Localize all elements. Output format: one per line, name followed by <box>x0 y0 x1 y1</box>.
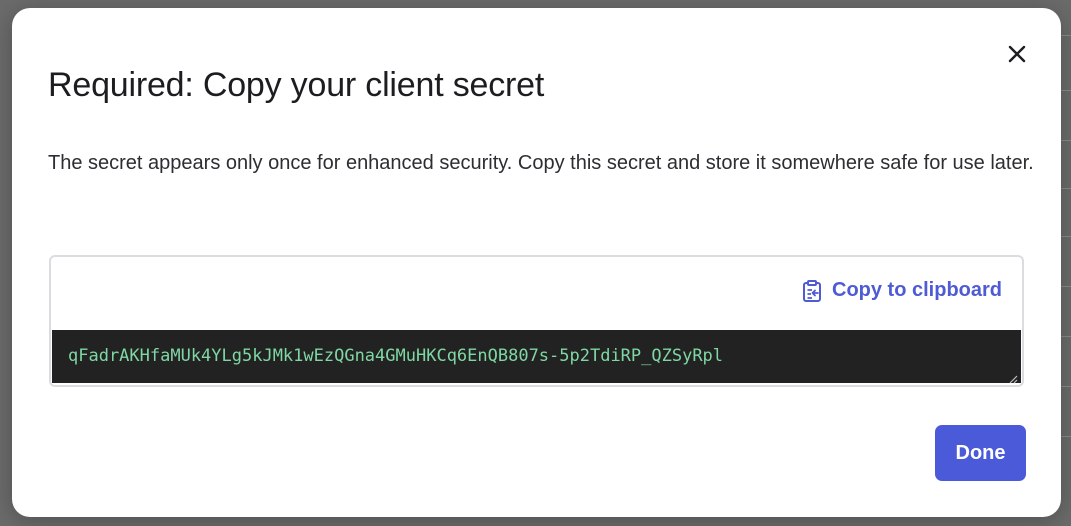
secret-container: Copy to clipboard qFadrAKHfaMUk4YLg5kJMk… <box>49 255 1024 387</box>
client-secret-field[interactable]: qFadrAKHfaMUk4YLg5kJMk1wEzQGna4GMuHKCq6E… <box>52 330 1021 383</box>
close-button[interactable] <box>1003 40 1031 68</box>
copy-to-clipboard-label: Copy to clipboard <box>832 279 1002 301</box>
clipboard-icon <box>802 279 822 302</box>
done-button[interactable]: Done <box>935 425 1026 481</box>
close-icon <box>1008 45 1026 63</box>
dialog-title: Required: Copy your client secret <box>48 66 545 104</box>
dialog-description: The secret appears only once for enhance… <box>48 152 1034 174</box>
client-secret-dialog: Required: Copy your client secret The se… <box>12 8 1061 517</box>
copy-to-clipboard-button[interactable]: Copy to clipboard <box>802 279 1002 302</box>
resize-handle-icon[interactable] <box>1008 371 1018 384</box>
